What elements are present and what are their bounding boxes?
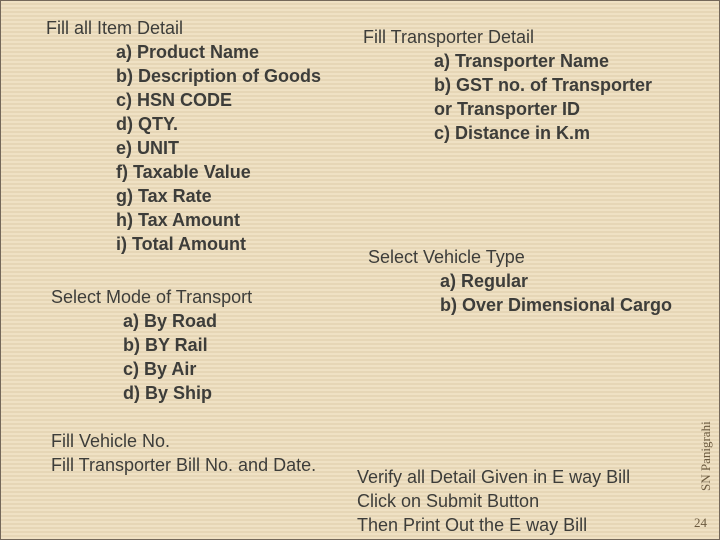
transporter-detail-heading: Fill Transporter Detail <box>363 27 535 47</box>
item-detail-item: b) Description of Goods <box>116 66 321 86</box>
final-step-line: Click on Submit Button <box>357 491 540 511</box>
transporter-detail-item: a) Transporter Name <box>434 51 610 71</box>
vehicle-type-heading: Select Vehicle Type <box>368 247 525 267</box>
mode-of-transport-item: d) By Ship <box>123 383 212 403</box>
transporter-detail-item: b) GST no. of Transporter <box>434 75 653 95</box>
item-detail-item: c) HSN CODE <box>116 90 233 110</box>
item-detail-item: a) Product Name <box>116 42 260 62</box>
mode-of-transport-item: a) By Road <box>123 311 218 331</box>
item-detail-item: i) Total Amount <box>116 234 246 254</box>
transporter-bill-line: Fill Transporter Bill No. and Date. <box>51 455 317 475</box>
page-number: 24 <box>694 515 707 530</box>
mode-of-transport-item: c) By Air <box>123 359 197 379</box>
item-detail-item: e) UNIT <box>116 138 179 158</box>
item-detail-item: d) QTY. <box>116 114 178 134</box>
item-detail-heading: Fill all Item Detail <box>46 18 184 38</box>
final-steps-section: Verify all Detail Given in E way Bill Cl… <box>357 465 630 537</box>
item-detail-section: Fill all Item Detail a) Product Name b) … <box>46 16 321 256</box>
vehicle-type-item: a) Regular <box>440 271 529 291</box>
footer-author: SN Panigrahi <box>698 421 713 491</box>
final-step-line: Then Print Out the E way Bill <box>357 515 588 535</box>
vehicle-type-section: Select Vehicle Type a) Regular b) Over D… <box>368 245 672 317</box>
slide: Fill all Item Detail a) Product Name b) … <box>0 0 720 540</box>
vehicle-type-item: b) Over Dimensional Cargo <box>440 295 673 315</box>
vehicle-number-line: Fill Vehicle No. <box>51 431 171 451</box>
mode-of-transport-heading: Select Mode of Transport <box>51 287 253 307</box>
vehicle-number-section: Fill Vehicle No. Fill Transporter Bill N… <box>51 429 316 477</box>
mode-of-transport-section: Select Mode of Transport a) By Road b) B… <box>51 285 252 405</box>
final-step-line: Verify all Detail Given in E way Bill <box>357 467 631 487</box>
item-detail-item: f) Taxable Value <box>116 162 251 182</box>
item-detail-item: g) Tax Rate <box>116 186 212 206</box>
mode-of-transport-item: b) BY Rail <box>123 335 208 355</box>
transporter-detail-section: Fill Transporter Detail a) Transporter N… <box>363 25 652 145</box>
item-detail-item: h) Tax Amount <box>116 210 240 230</box>
transporter-detail-item: or Transporter ID <box>434 99 581 119</box>
transporter-detail-item: c) Distance in K.m <box>434 123 591 143</box>
